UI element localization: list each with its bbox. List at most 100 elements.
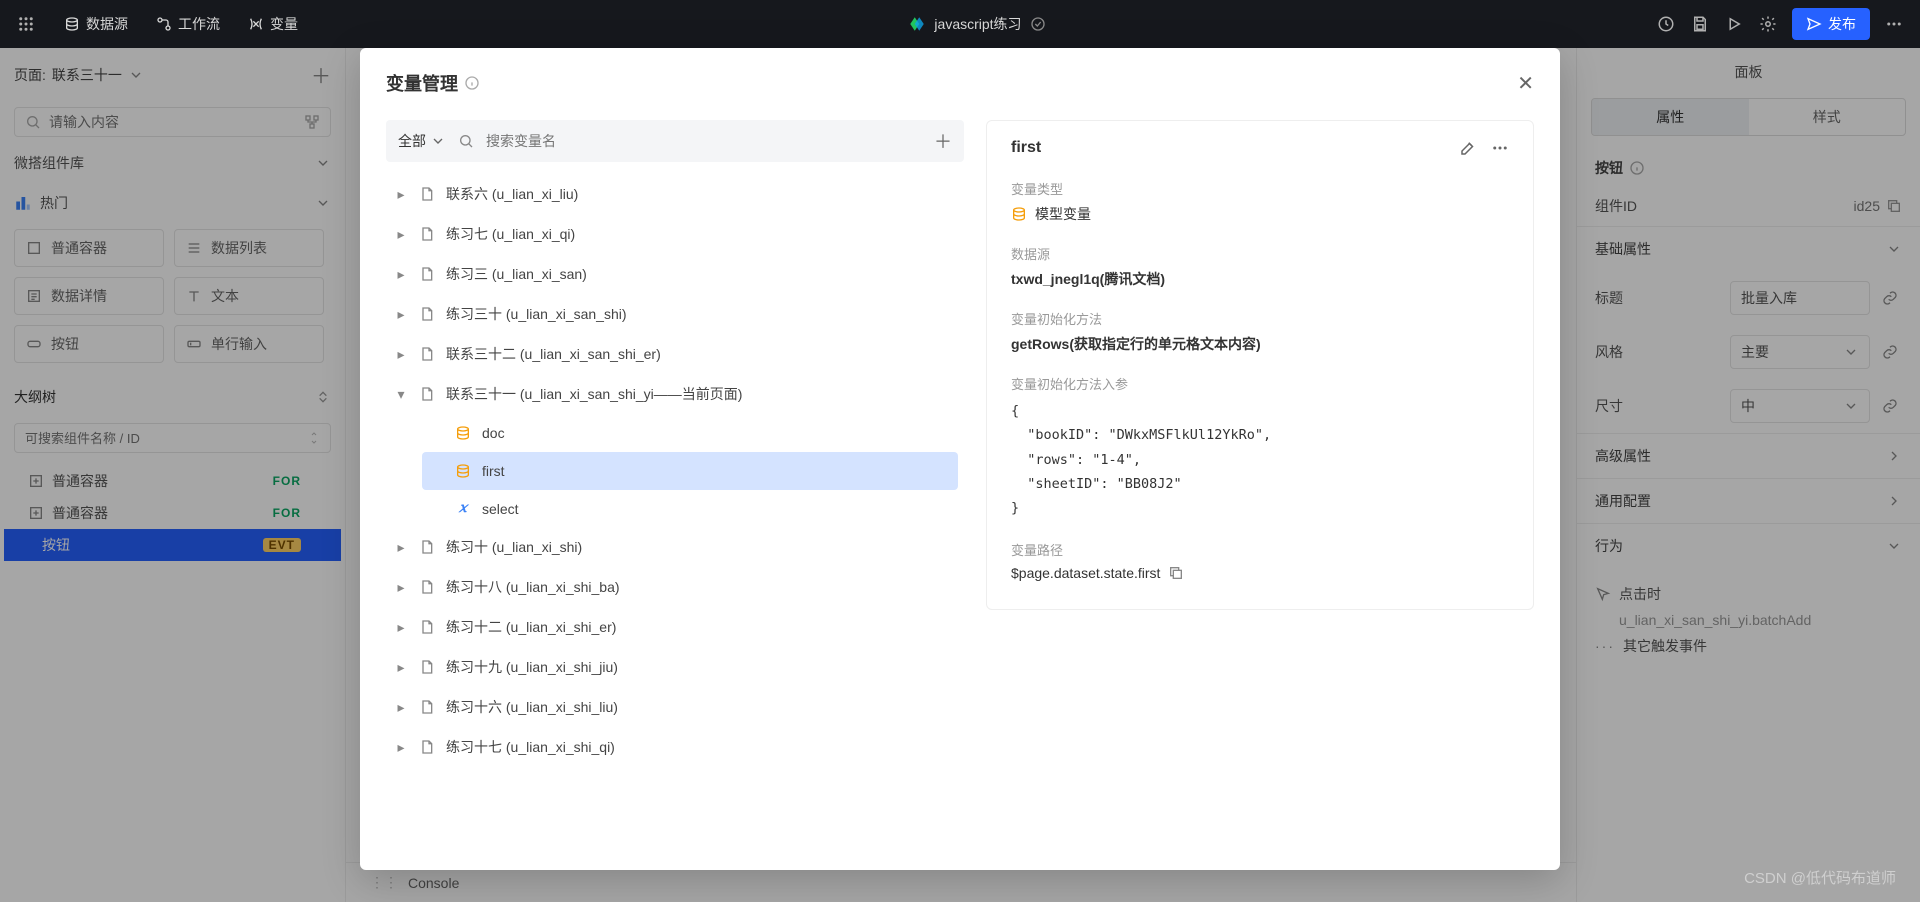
database-icon — [454, 462, 472, 480]
caret-icon: ▸ — [394, 659, 408, 676]
database-icon — [1011, 206, 1027, 222]
page-icon — [418, 738, 436, 756]
send-icon — [1806, 16, 1822, 32]
variable-search-input[interactable] — [486, 133, 922, 149]
variable-group[interactable]: ▸练习十 (u_lian_xi_shi) — [386, 527, 958, 567]
page-icon — [418, 538, 436, 556]
variable-group[interactable]: ▸练习十二 (u_lian_xi_shi_er) — [386, 607, 958, 647]
variable-item[interactable]: 𝑥select — [422, 490, 958, 527]
page-icon — [418, 658, 436, 676]
variable-list[interactable]: ▸联系六 (u_lian_xi_liu)▸练习七 (u_lian_xi_qi)▸… — [386, 174, 964, 852]
variable-group[interactable]: ▸练习十八 (u_lian_xi_shi_ba) — [386, 567, 958, 607]
variable-group-label: 练习十六 (u_lian_xi_shi_liu) — [446, 697, 618, 717]
close-button[interactable]: ✕ — [1517, 71, 1534, 96]
modal-body: 全部 ＋ ▸联系六 (u_lian_xi_liu)▸练习七 (u_lian_xi… — [386, 120, 1534, 852]
menu-workflow[interactable]: 工作流 — [156, 14, 220, 34]
field-code: { "bookID": "DWkxMSFlkUl12YkRo", "rows":… — [1011, 399, 1509, 520]
field-label: 变量路径 — [1011, 540, 1509, 559]
settings-icon[interactable] — [1758, 14, 1778, 34]
menu-data-source[interactable]: 数据源 — [64, 14, 128, 34]
caret-icon: ▸ — [394, 539, 408, 556]
variable-group[interactable]: ▸ 练习十六 (u_lian_xi_shi_liu) — [386, 687, 958, 727]
filter-dropdown[interactable]: 全部 — [398, 131, 446, 151]
publish-button[interactable]: 发布 — [1792, 8, 1870, 40]
variable-group[interactable]: ▸ 练习三十 (u_lian_xi_san_shi) — [386, 294, 958, 334]
detail-name: first — [1011, 139, 1041, 157]
page-icon — [418, 225, 436, 243]
variable-group[interactable]: ▸ 联系六 (u_lian_xi_liu) — [386, 174, 958, 214]
caret-icon: ▸ — [394, 699, 408, 716]
variable-item-label: select — [482, 501, 519, 517]
field-data-source: 数据源 txwd_jnegl1q(腾讯文档) — [1011, 234, 1509, 299]
variable-group[interactable]: ▸ 练习十九 (u_lian_xi_shi_jiu) — [386, 647, 958, 687]
page-icon — [418, 385, 436, 403]
info-icon[interactable] — [464, 75, 480, 91]
add-variable-button[interactable]: ＋ — [934, 128, 952, 154]
project-name[interactable]: javascript练习 — [934, 14, 1021, 34]
database-icon — [454, 424, 472, 442]
menu-data-source-label: 数据源 — [86, 14, 128, 34]
caret-icon: ▸ — [394, 346, 408, 363]
variable-group-label: 练习三 (u_lian_xi_san) — [446, 264, 587, 284]
field-label: 变量类型 — [1011, 179, 1509, 198]
more-icon[interactable] — [1491, 139, 1509, 157]
variable-manager-modal: 变量管理 ✕ 全部 ＋ ▸联系六 (u_lian_xi_liu)▸练习七 (u_… — [360, 48, 1560, 870]
play-icon[interactable] — [1724, 14, 1744, 34]
field-label: 变量初始化方法 — [1011, 309, 1509, 328]
variable-group-label: 练习十八 (u_lian_xi_shi_ba) — [446, 577, 620, 597]
field-label: 变量初始化方法入参 — [1011, 374, 1509, 393]
field-var-path: 变量路径 $page.dataset.state.first — [1011, 530, 1509, 591]
topbar-right: 发布 — [1656, 8, 1904, 40]
page-icon — [418, 578, 436, 596]
variable-group-label: 练习十九 (u_lian_xi_shi_jiu) — [446, 657, 618, 677]
field-init-args: 变量初始化方法入参 { "bookID": "DWkxMSFlkUl12YkRo… — [1011, 364, 1509, 530]
variable-item[interactable]: doc — [422, 414, 958, 452]
filter-label: 全部 — [398, 131, 426, 151]
apps-icon[interactable] — [16, 14, 36, 34]
caret-icon: ▸ — [394, 306, 408, 323]
page-icon — [418, 305, 436, 323]
caret-icon: ▸ — [394, 186, 408, 203]
caret-icon: ▸ — [394, 266, 408, 283]
chevron-down-icon — [430, 133, 446, 149]
field-value: txwd_jnegl1q(腾讯文档) — [1011, 269, 1509, 289]
variable-item-label: doc — [482, 425, 505, 441]
variable-group[interactable]: ▸联系三十二 (u_lian_xi_san_shi_er) — [386, 334, 958, 374]
variable-group-label: 练习十七 (u_lian_xi_shi_qi) — [446, 737, 615, 757]
variable-item-label: first — [482, 463, 505, 479]
variable-item[interactable]: first — [422, 452, 958, 490]
page-icon — [418, 345, 436, 363]
variable-group-label: 练习十二 (u_lian_xi_shi_er) — [446, 617, 616, 637]
variable-group[interactable]: ▸练习七 (u_lian_xi_qi) — [386, 214, 958, 254]
detail-header: first — [1011, 121, 1509, 169]
watermark: CSDN @低代码布道师 — [1744, 867, 1896, 888]
variable-group[interactable]: ▸ 练习三 (u_lian_xi_san) — [386, 254, 958, 294]
caret-icon: ▸ — [394, 739, 408, 756]
field-label: 数据源 — [1011, 244, 1509, 263]
modal-title-label: 变量管理 — [386, 70, 458, 96]
variable-group[interactable]: ▸ 练习十七 (u_lian_xi_shi_qi) — [386, 727, 958, 767]
menu-variable[interactable]: 变量 — [248, 14, 298, 34]
history-icon[interactable] — [1656, 14, 1676, 34]
variable-list-panel: 全部 ＋ ▸联系六 (u_lian_xi_liu)▸练习七 (u_lian_xi… — [386, 120, 964, 852]
save-icon[interactable] — [1690, 14, 1710, 34]
page-icon — [418, 265, 436, 283]
page-icon — [418, 698, 436, 716]
copy-icon[interactable] — [1168, 565, 1184, 581]
modal-header: 变量管理 ✕ — [386, 70, 1534, 96]
menu-variable-label: 变量 — [270, 14, 298, 34]
check-circle-icon — [1030, 16, 1046, 32]
topbar-center: javascript练习 — [908, 14, 1045, 34]
more-icon[interactable] — [1884, 14, 1904, 34]
edit-icon[interactable] — [1459, 139, 1477, 157]
variable-group-label: 联系六 (u_lian_xi_liu) — [446, 184, 578, 204]
project-logo-icon — [908, 15, 926, 33]
variable-detail-panel: first 变量类型 模型变量 数据源 txwd_jnegl1q(腾讯文档) 变… — [986, 120, 1534, 610]
variable-group-label: 练习七 (u_lian_xi_qi) — [446, 224, 575, 244]
search-icon — [458, 133, 474, 149]
variable-group-label: 练习三十 (u_lian_xi_san_shi) — [446, 304, 627, 324]
modal-title: 变量管理 — [386, 70, 480, 96]
variable-group[interactable]: ▾联系三十一 (u_lian_xi_san_shi_yi——当前页面) — [386, 374, 958, 414]
top-bar: 数据源 工作流 变量 javascript练习 发布 — [0, 0, 1920, 48]
variable-filter-bar: 全部 ＋ — [386, 120, 964, 162]
